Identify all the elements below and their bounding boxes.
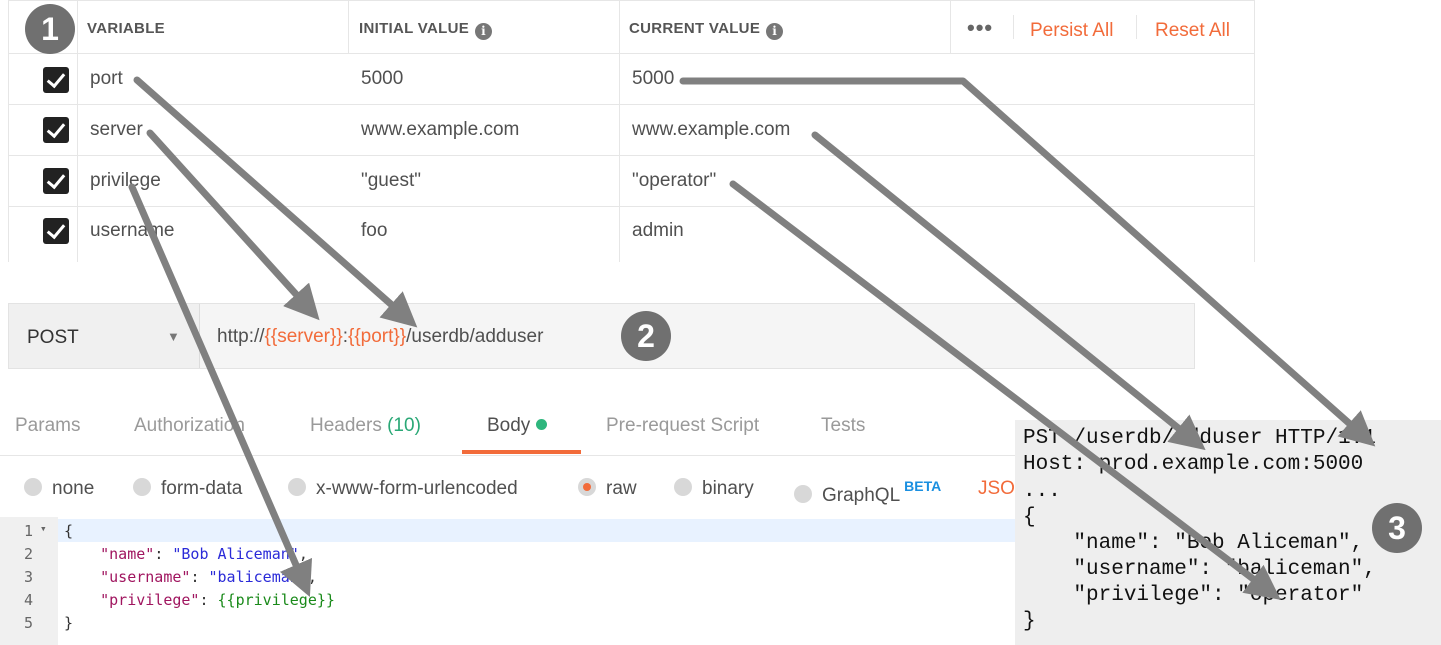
tab-authorization[interactable]: Authorization bbox=[134, 415, 245, 437]
raw-line: Host: prod.example.com:5000 bbox=[1023, 453, 1364, 476]
radio-icon bbox=[288, 478, 306, 496]
table-row: username foo admin bbox=[9, 207, 1254, 262]
url-variable-port: {{port}} bbox=[347, 326, 407, 347]
step-badge-3: 3 bbox=[1372, 503, 1422, 553]
beta-badge: BETA bbox=[904, 478, 942, 494]
table-row: port 5000 5000 bbox=[9, 54, 1254, 105]
radio-selected-icon bbox=[578, 478, 596, 496]
method-label: POST bbox=[27, 327, 79, 348]
raw-line: "username": "baliceman", bbox=[1023, 558, 1376, 581]
line-number: 4 bbox=[24, 591, 34, 609]
line-gutter: 1 ▾ 2 3 4 5 bbox=[0, 517, 58, 645]
body-type-none[interactable]: none bbox=[24, 478, 94, 500]
table-row: server www.example.com www.example.com bbox=[9, 105, 1254, 156]
body-type-options: none form-data x-www-form-urlencoded raw… bbox=[0, 465, 1020, 513]
table-row: privilege "guest" "operator" bbox=[9, 156, 1254, 207]
row-enabled-checkbox[interactable] bbox=[43, 67, 69, 93]
code-line: "privilege": {{privilege}} bbox=[100, 591, 335, 609]
tab-tests[interactable]: Tests bbox=[821, 415, 865, 437]
info-icon[interactable]: i bbox=[475, 23, 493, 40]
info-icon[interactable]: i bbox=[766, 23, 784, 40]
body-type-graphql[interactable]: GraphQL BETA bbox=[794, 478, 941, 507]
headers-count: (10) bbox=[387, 415, 421, 436]
table-header-row: VARIABLE INITIAL VALUE i CURRENT VALUE i •… bbox=[9, 0, 1254, 54]
initial-value[interactable]: 5000 bbox=[361, 68, 403, 90]
method-select[interactable]: POST ▼ bbox=[9, 304, 200, 368]
variable-name[interactable]: server bbox=[90, 119, 143, 141]
url-path: /userdb/adduser bbox=[406, 326, 544, 347]
row-enabled-checkbox[interactable] bbox=[43, 117, 69, 143]
radio-icon bbox=[794, 485, 812, 503]
line-number: 2 bbox=[24, 545, 34, 563]
raw-line: ... bbox=[1023, 480, 1061, 503]
row-enabled-checkbox[interactable] bbox=[43, 168, 69, 194]
radio-icon bbox=[133, 478, 151, 496]
body-type-raw[interactable]: raw bbox=[578, 478, 637, 500]
step-badge-2: 2 bbox=[621, 311, 671, 361]
current-value[interactable]: admin bbox=[632, 220, 684, 242]
initial-value[interactable]: www.example.com bbox=[361, 119, 519, 141]
url-variable-server: {{server}} bbox=[264, 326, 343, 347]
active-line-highlight bbox=[58, 519, 1020, 542]
current-value[interactable]: 5000 bbox=[632, 68, 674, 90]
tab-params[interactable]: Params bbox=[15, 415, 80, 437]
column-header-variable: VARIABLE bbox=[87, 20, 165, 37]
fold-caret-icon[interactable]: ▾ bbox=[40, 522, 47, 535]
tab-body[interactable]: Body bbox=[487, 415, 548, 437]
column-header-current-value: CURRENT VALUE i bbox=[629, 20, 784, 40]
body-modified-dot-icon bbox=[536, 419, 548, 430]
current-value[interactable]: www.example.com bbox=[632, 119, 790, 141]
initial-value[interactable]: foo bbox=[361, 220, 387, 242]
url-input[interactable]: http://{{server}}:{{port}}/userdb/adduse… bbox=[217, 326, 543, 348]
column-header-initial-value: INITIAL VALUE i bbox=[359, 20, 493, 40]
code-line: "username": "baliceman", bbox=[100, 568, 317, 586]
code-editor[interactable]: 1 ▾ 2 3 4 5 { "name": "Bob Aliceman", "u… bbox=[0, 517, 1020, 645]
more-options-icon[interactable]: ••• bbox=[967, 15, 993, 41]
code-open-brace: { bbox=[64, 522, 74, 540]
code-close-brace: } bbox=[64, 614, 74, 632]
variable-name[interactable]: port bbox=[90, 68, 123, 90]
url-scheme: http:// bbox=[217, 326, 265, 347]
body-type-form-data[interactable]: form-data bbox=[133, 478, 242, 500]
initial-value[interactable]: "guest" bbox=[361, 170, 421, 192]
current-value[interactable]: "operator" bbox=[632, 170, 716, 192]
raw-line: "privilege": "operator" bbox=[1023, 584, 1364, 607]
line-number: 1 bbox=[24, 522, 34, 540]
tab-pre-request-script[interactable]: Pre-request Script bbox=[606, 415, 759, 437]
language-select[interactable]: JSON bbox=[978, 478, 1020, 500]
raw-line: "name": "Bob Aliceman", bbox=[1023, 532, 1364, 555]
body-type-binary[interactable]: binary bbox=[674, 478, 754, 500]
step-badge-1: 1 bbox=[25, 4, 75, 54]
code-line: "name": "Bob Aliceman", bbox=[100, 545, 308, 563]
raw-line: PST /userdb/adduser HTTP/1.1 bbox=[1023, 427, 1376, 450]
line-number: 5 bbox=[24, 614, 34, 632]
radio-icon bbox=[24, 478, 42, 496]
variable-name[interactable]: username bbox=[90, 220, 175, 242]
row-enabled-checkbox[interactable] bbox=[43, 218, 69, 244]
caret-down-icon: ▼ bbox=[167, 329, 180, 344]
body-type-urlencoded[interactable]: x-www-form-urlencoded bbox=[288, 478, 518, 500]
variables-table: VARIABLE INITIAL VALUE i CURRENT VALUE i •… bbox=[8, 0, 1255, 262]
raw-line: { bbox=[1023, 506, 1036, 529]
reset-all-button[interactable]: Reset All bbox=[1155, 20, 1230, 42]
line-number: 3 bbox=[24, 568, 34, 586]
tab-headers[interactable]: Headers (10) bbox=[310, 415, 421, 437]
raw-line: } bbox=[1023, 610, 1036, 633]
persist-all-button[interactable]: Persist All bbox=[1030, 20, 1113, 42]
active-tab-indicator bbox=[462, 450, 581, 454]
request-url-bar: POST ▼ http://{{server}}:{{port}}/userdb… bbox=[8, 303, 1195, 369]
radio-icon bbox=[674, 478, 692, 496]
variable-name[interactable]: privilege bbox=[90, 170, 161, 192]
